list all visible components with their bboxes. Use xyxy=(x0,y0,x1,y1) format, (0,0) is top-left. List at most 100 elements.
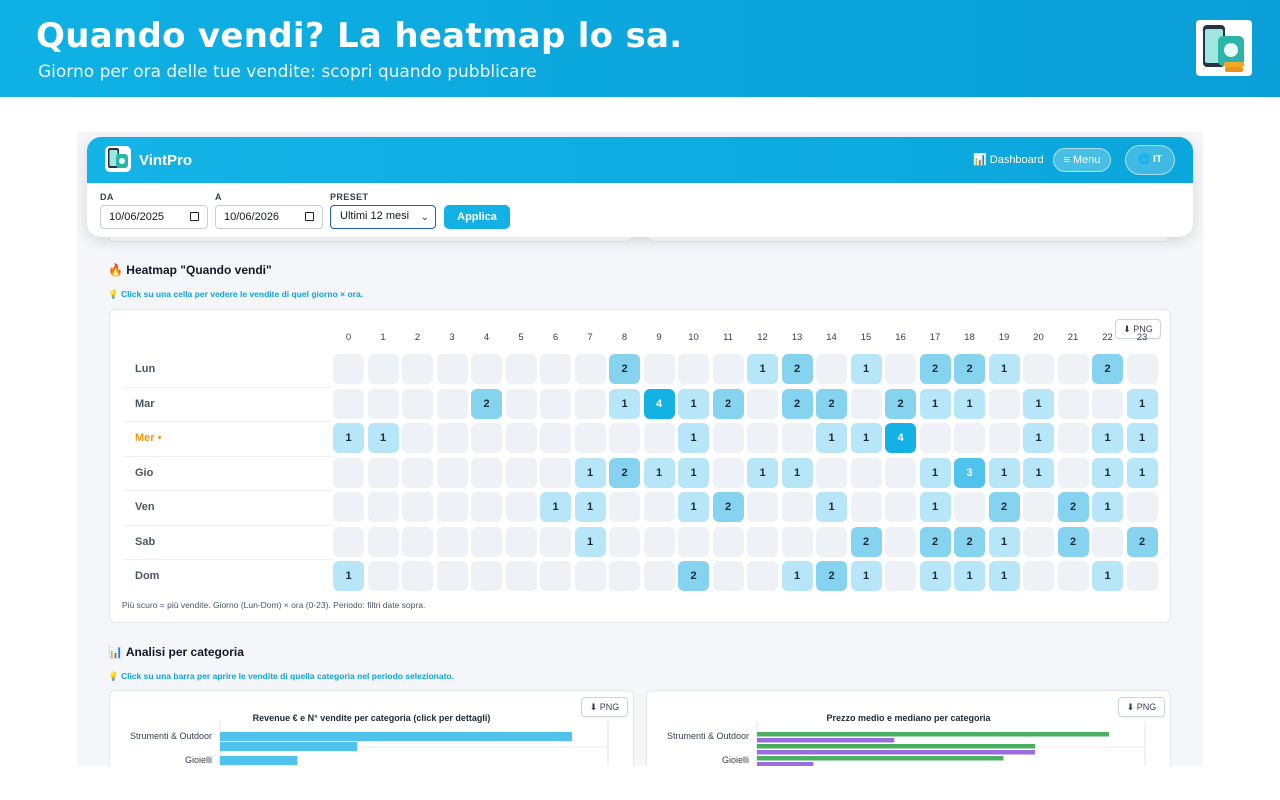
heatmap-cell[interactable] xyxy=(436,526,468,557)
heatmap-cell[interactable]: 1 xyxy=(1126,388,1158,419)
heatmap-cell[interactable] xyxy=(988,423,1020,453)
heatmap-cell[interactable]: 2 xyxy=(609,354,640,384)
heatmap-cell[interactable]: 1 xyxy=(367,423,399,453)
heatmap-cell[interactable]: 1 xyxy=(1092,561,1123,591)
heatmap-cell[interactable] xyxy=(436,561,468,591)
heatmap-cell[interactable]: 1 xyxy=(816,492,847,522)
app-name[interactable]: VintPro xyxy=(139,152,192,169)
heatmap-cell[interactable] xyxy=(505,526,537,557)
heatmap-cell[interactable] xyxy=(471,561,502,591)
heatmap-cell[interactable] xyxy=(643,354,675,384)
heatmap-cell[interactable] xyxy=(712,423,744,453)
heatmap-cell[interactable] xyxy=(781,526,813,557)
heatmap-cell[interactable]: 1 xyxy=(781,561,813,591)
heatmap-cell[interactable]: 1 xyxy=(574,457,606,488)
heatmap-cell[interactable] xyxy=(609,526,640,557)
heatmap-cell[interactable]: 1 xyxy=(850,354,882,384)
heatmap-cell[interactable]: 1 xyxy=(988,561,1020,591)
heatmap-cell[interactable] xyxy=(885,457,916,488)
heatmap-cell[interactable] xyxy=(574,423,606,453)
heatmap-cell[interactable] xyxy=(816,457,847,488)
heatmap-cell[interactable]: 1 xyxy=(678,388,709,419)
heatmap-cell[interactable]: 1 xyxy=(643,457,675,488)
heatmap-cell[interactable]: 2 xyxy=(988,492,1020,522)
apply-button[interactable]: Applica xyxy=(444,205,510,229)
heatmap-cell[interactable]: 1 xyxy=(988,526,1020,557)
heatmap-cell[interactable]: 1 xyxy=(574,492,606,522)
heatmap-cell[interactable]: 2 xyxy=(816,561,847,591)
chart-bar[interactable] xyxy=(220,756,298,765)
heatmap-cell[interactable]: 1 xyxy=(333,423,364,453)
heatmap-cell[interactable]: 1 xyxy=(609,388,640,419)
heatmap-cell[interactable] xyxy=(1057,388,1089,419)
heatmap-cell[interactable] xyxy=(1057,423,1089,453)
heatmap-cell[interactable] xyxy=(471,423,502,453)
heatmap-cell[interactable]: 1 xyxy=(1126,457,1158,488)
heatmap-cell[interactable] xyxy=(1023,354,1054,384)
chart-bar[interactable] xyxy=(220,732,572,741)
heatmap-cell[interactable]: 2 xyxy=(816,388,847,419)
heatmap-cell[interactable] xyxy=(574,561,606,591)
heatmap-cell[interactable] xyxy=(609,561,640,591)
heatmap-cell[interactable] xyxy=(471,492,502,522)
heatmap-cell[interactable]: 1 xyxy=(850,561,882,591)
heatmap-cell[interactable]: 1 xyxy=(1092,492,1123,522)
heatmap-cell[interactable] xyxy=(402,492,433,522)
heatmap-cell[interactable] xyxy=(367,526,399,557)
heatmap-cell[interactable] xyxy=(712,354,744,384)
heatmap-cell[interactable] xyxy=(609,423,640,453)
heatmap-cell[interactable] xyxy=(885,561,916,591)
heatmap-cell[interactable] xyxy=(885,354,916,384)
heatmap-cell[interactable] xyxy=(850,492,882,522)
heatmap-cell[interactable]: 1 xyxy=(678,492,709,522)
heatmap-cell[interactable]: 1 xyxy=(1126,423,1158,453)
heatmap-cell[interactable]: 1 xyxy=(1092,423,1123,453)
to-date-input[interactable]: 10/06/2026 xyxy=(215,205,323,229)
calendar-icon[interactable] xyxy=(190,212,199,221)
heatmap-cell[interactable] xyxy=(436,388,468,419)
heatmap-cell[interactable] xyxy=(505,354,537,384)
heatmap-cell[interactable]: 2 xyxy=(1057,492,1089,522)
heatmap-cell[interactable]: 1 xyxy=(919,388,951,419)
heatmap-cell[interactable] xyxy=(1023,526,1054,557)
heatmap-cell[interactable]: 1 xyxy=(988,457,1020,488)
heatmap-cell[interactable] xyxy=(747,492,778,522)
heatmap-cell[interactable] xyxy=(367,354,399,384)
heatmap-cell[interactable] xyxy=(402,354,433,384)
heatmap-cell[interactable]: 1 xyxy=(816,423,847,453)
heatmap-cell[interactable]: 2 xyxy=(781,354,813,384)
heatmap-cell[interactable]: 1 xyxy=(919,561,951,591)
heatmap-cell[interactable] xyxy=(540,526,571,557)
heatmap-cell[interactable] xyxy=(540,388,571,419)
heatmap-cell[interactable] xyxy=(954,492,985,522)
heatmap-cell[interactable] xyxy=(988,388,1020,419)
nav-dashboard-link[interactable]: 📊 Dashboard xyxy=(973,153,1044,166)
heatmap-cell[interactable]: 4 xyxy=(643,388,675,419)
heatmap-cell[interactable]: 2 xyxy=(1126,526,1158,557)
heatmap-cell[interactable] xyxy=(333,526,364,557)
heatmap-cell[interactable]: 1 xyxy=(333,561,364,591)
heatmap-cell[interactable] xyxy=(540,457,571,488)
heatmap-cell[interactable]: 1 xyxy=(919,492,951,522)
app-logo-icon[interactable] xyxy=(105,146,131,172)
heatmap-cell[interactable]: 2 xyxy=(712,388,744,419)
heatmap-cell[interactable] xyxy=(816,526,847,557)
heatmap-cell[interactable] xyxy=(540,354,571,384)
heatmap-cell[interactable] xyxy=(816,354,847,384)
heatmap-cell[interactable] xyxy=(1126,561,1158,591)
heatmap-cell[interactable]: 2 xyxy=(609,457,640,488)
heatmap-cell[interactable]: 1 xyxy=(954,388,985,419)
language-button[interactable]: 🌐 IT xyxy=(1125,145,1175,175)
heatmap-cell[interactable] xyxy=(471,354,502,384)
heatmap-cell[interactable]: 2 xyxy=(954,354,985,384)
heatmap-cell[interactable] xyxy=(954,423,985,453)
heatmap-cell[interactable] xyxy=(333,354,364,384)
heatmap-cell[interactable]: 1 xyxy=(574,526,606,557)
heatmap-cell[interactable]: 2 xyxy=(850,526,882,557)
heatmap-cell[interactable] xyxy=(471,526,502,557)
heatmap-cell[interactable] xyxy=(436,423,468,453)
chart-bar[interactable] xyxy=(757,744,1036,749)
heatmap-cell[interactable]: 2 xyxy=(471,388,502,419)
heatmap-cell[interactable]: 4 xyxy=(885,423,916,453)
heatmap-cell[interactable] xyxy=(574,354,606,384)
